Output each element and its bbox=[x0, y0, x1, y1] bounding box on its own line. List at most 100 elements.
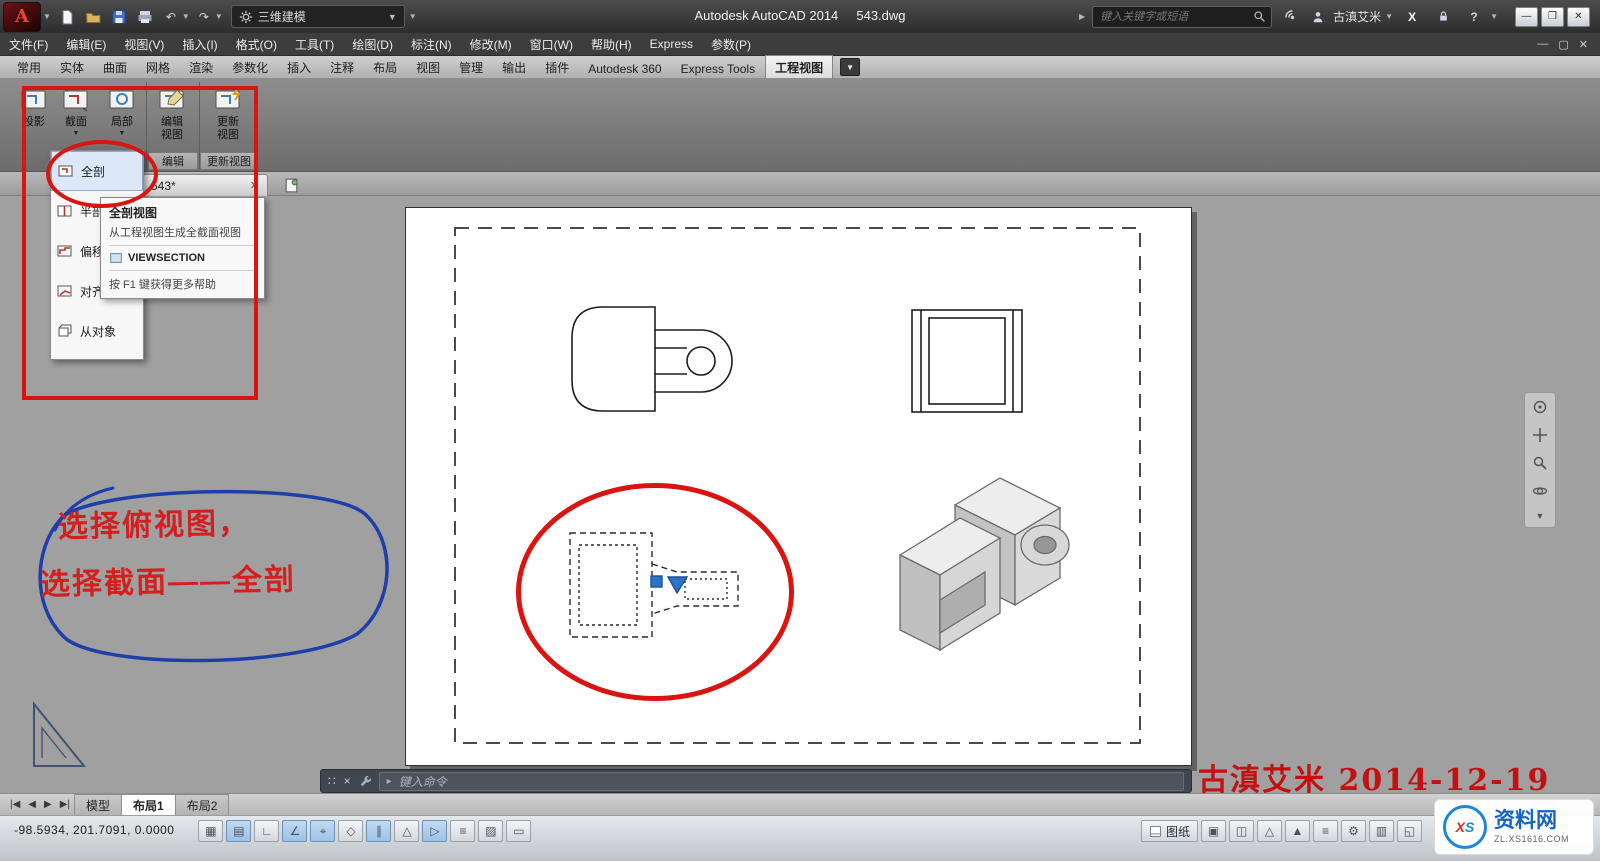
search-icon[interactable] bbox=[1253, 10, 1266, 23]
view-isometric[interactable] bbox=[900, 478, 1069, 650]
polar-toggle[interactable]: ∠ bbox=[282, 820, 307, 842]
menu-file[interactable]: 文件(F) bbox=[0, 33, 57, 55]
search-flyout-arrow-icon[interactable]: ▶ bbox=[1079, 12, 1085, 21]
user-menu-arrow-icon[interactable]: ▼ bbox=[1385, 12, 1393, 21]
ribbon-tab-output[interactable]: 输出 bbox=[493, 56, 535, 78]
menu-draw[interactable]: 绘图(D) bbox=[343, 33, 402, 55]
grid-toggle[interactable]: ▤ bbox=[226, 820, 251, 842]
orbit-icon[interactable] bbox=[1532, 483, 1548, 499]
ribbon-tab-express-tools[interactable]: Express Tools bbox=[672, 59, 764, 78]
autocad-logo-button[interactable]: A bbox=[3, 2, 41, 32]
exchange-apps-button[interactable]: X bbox=[1400, 5, 1424, 29]
menu-modify[interactable]: 修改(M) bbox=[461, 33, 521, 55]
dyn-toggle[interactable]: ▷ bbox=[422, 820, 447, 842]
menu-parametric[interactable]: 参数(P) bbox=[702, 33, 760, 55]
last-layout-arrow-icon[interactable]: ▶| bbox=[56, 799, 74, 810]
autoscale-button[interactable]: ≡ bbox=[1313, 820, 1338, 842]
workspace-arrow-icon[interactable]: ▼ bbox=[388, 12, 397, 22]
sign-in-user-button[interactable] bbox=[1310, 5, 1326, 29]
lwt-toggle[interactable]: ≡ bbox=[450, 820, 475, 842]
ribbon-minimize-arrow-icon[interactable]: ▼ bbox=[840, 58, 860, 76]
restore-button[interactable]: ❒ bbox=[1541, 7, 1564, 27]
tpy-toggle[interactable]: ▨ bbox=[478, 820, 503, 842]
view-front[interactable] bbox=[572, 307, 732, 411]
otrack-toggle[interactable]: ∥ bbox=[366, 820, 391, 842]
ribbon-tab-home[interactable]: 常用 bbox=[8, 56, 50, 78]
zoom-icon[interactable] bbox=[1532, 455, 1548, 471]
ribbon-tab-parametric[interactable]: 参数化 bbox=[223, 56, 277, 78]
workspace-switch-button[interactable]: ⚙ bbox=[1341, 820, 1366, 842]
annotation-scale-button[interactable]: △ bbox=[1257, 820, 1282, 842]
pan-icon[interactable] bbox=[1532, 427, 1548, 443]
close-button[interactable]: ✕ bbox=[1567, 7, 1590, 27]
qp-toggle[interactable]: ▭ bbox=[506, 820, 531, 842]
menu-view[interactable]: 视图(V) bbox=[115, 33, 173, 55]
ribbon-tab-layout[interactable]: 布局 bbox=[364, 56, 406, 78]
infocenter-search[interactable] bbox=[1092, 6, 1272, 28]
doc-minimize-icon[interactable]: — bbox=[1537, 38, 1548, 51]
quick-view-layouts-button[interactable]: ▣ bbox=[1201, 820, 1226, 842]
menu-help[interactable]: 帮助(H) bbox=[582, 33, 641, 55]
workspace-switcher[interactable]: 三维建模 ▼ bbox=[231, 5, 405, 28]
next-layout-arrow-icon[interactable]: ▶ bbox=[40, 799, 56, 810]
file-tab-menu-button[interactable] bbox=[283, 177, 300, 197]
new-file-button[interactable] bbox=[55, 5, 79, 29]
ribbon-tab-solid[interactable]: 实体 bbox=[51, 56, 93, 78]
save-button[interactable] bbox=[107, 5, 131, 29]
steering-wheel-icon[interactable] bbox=[1532, 399, 1548, 415]
redo-button[interactable]: ↷ bbox=[192, 5, 216, 29]
ribbon-tab-mesh[interactable]: 网格 bbox=[137, 56, 179, 78]
redo-arrow-icon[interactable]: ▼ bbox=[215, 12, 223, 21]
search-input[interactable] bbox=[1098, 10, 1249, 24]
minimize-button[interactable]: — bbox=[1515, 7, 1538, 27]
menu-format[interactable]: 格式(O) bbox=[227, 33, 286, 55]
help-arrow-icon[interactable]: ▼ bbox=[1490, 12, 1498, 21]
prev-layout-arrow-icon[interactable]: ◀ bbox=[24, 799, 40, 810]
ribbon-tab-annotate[interactable]: 注释 bbox=[321, 56, 363, 78]
osnap-toggle[interactable]: ⌖ bbox=[310, 820, 335, 842]
paper-model-toggle[interactable]: 图纸 bbox=[1141, 820, 1198, 842]
ribbon-tab-plugins[interactable]: 插件 bbox=[536, 56, 578, 78]
ribbon-tab-surface[interactable]: 曲面 bbox=[94, 56, 136, 78]
doc-restore-icon[interactable]: ▢ bbox=[1558, 38, 1568, 51]
ribbon-tab-drawing-views[interactable]: 工程视图 bbox=[765, 55, 833, 78]
command-input[interactable]: ▸ 键入命令 bbox=[379, 772, 1184, 791]
doc-close-icon[interactable]: ✕ bbox=[1579, 38, 1588, 51]
view-side[interactable] bbox=[912, 310, 1022, 412]
menu-window[interactable]: 窗口(W) bbox=[521, 33, 582, 55]
quick-view-drawings-button[interactable]: ◫ bbox=[1229, 820, 1254, 842]
command-line-bar[interactable]: ∷ × ▸ 键入命令 bbox=[320, 769, 1192, 793]
menu-express[interactable]: Express bbox=[641, 33, 702, 55]
menu-dimension[interactable]: 标注(N) bbox=[402, 33, 461, 55]
ortho-toggle[interactable]: ∟ bbox=[254, 820, 279, 842]
toolbar-lock-button[interactable]: ▥ bbox=[1369, 820, 1394, 842]
help-button[interactable]: ? bbox=[1462, 5, 1486, 29]
annotation-visibility-button[interactable]: ▲ bbox=[1285, 820, 1310, 842]
open-file-button[interactable] bbox=[81, 5, 105, 29]
plot-button[interactable] bbox=[133, 5, 157, 29]
qat-customize-arrow-icon[interactable]: ▼ bbox=[409, 12, 417, 21]
command-bar-close-icon[interactable]: × bbox=[344, 774, 351, 788]
ribbon-tab-autodesk360[interactable]: Autodesk 360 bbox=[579, 59, 670, 78]
menu-insert[interactable]: 插入(I) bbox=[173, 33, 226, 55]
ducs-toggle[interactable]: △ bbox=[394, 820, 419, 842]
undo-button[interactable]: ↶ bbox=[159, 5, 183, 29]
tab-layout1[interactable]: 布局1 bbox=[121, 794, 176, 816]
app-menu-arrow-icon[interactable]: ▼ bbox=[43, 12, 51, 21]
snap-toggle[interactable]: ▦ bbox=[198, 820, 223, 842]
menu-edit[interactable]: 编辑(E) bbox=[57, 33, 115, 55]
ribbon-tab-manage[interactable]: 管理 bbox=[450, 56, 492, 78]
signed-in-user[interactable]: 古滇艾米 bbox=[1333, 8, 1381, 25]
keep-open-lock-button[interactable] bbox=[1431, 5, 1455, 29]
menu-tools[interactable]: 工具(T) bbox=[286, 33, 343, 55]
undo-arrow-icon[interactable]: ▼ bbox=[182, 12, 190, 21]
ribbon-tab-render[interactable]: 渲染 bbox=[180, 56, 222, 78]
tab-layout2[interactable]: 布局2 bbox=[175, 794, 230, 816]
osnap3d-toggle[interactable]: ◇ bbox=[338, 820, 363, 842]
tab-model[interactable]: 模型 bbox=[74, 794, 122, 816]
fullscreen-button[interactable]: ◱ bbox=[1397, 820, 1422, 842]
ribbon-tab-view[interactable]: 视图 bbox=[407, 56, 449, 78]
communication-center-button[interactable] bbox=[1279, 5, 1303, 29]
customize-wrench-icon[interactable] bbox=[358, 774, 372, 788]
command-bar-grip-icon[interactable]: ∷ bbox=[328, 774, 337, 788]
